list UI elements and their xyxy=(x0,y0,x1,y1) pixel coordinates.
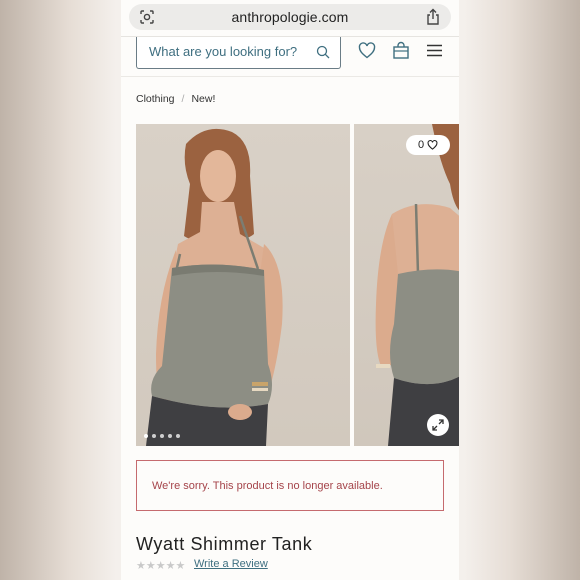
carousel-dot[interactable] xyxy=(152,434,156,438)
wishlist-heart-icon[interactable] xyxy=(358,42,376,59)
breadcrumb-clothing[interactable]: Clothing xyxy=(136,93,175,105)
carousel-dot[interactable] xyxy=(160,434,164,438)
expand-icon xyxy=(432,419,444,431)
product-image-front[interactable] xyxy=(136,124,350,446)
carousel-dots xyxy=(144,434,180,438)
heart-icon xyxy=(427,140,438,150)
carousel-dot[interactable] xyxy=(176,434,180,438)
rating-stars: ★★★★★ xyxy=(136,560,186,572)
unavailable-notice: We're sorry. This product is no longer a… xyxy=(136,460,444,511)
favorite-toggle[interactable]: 0 xyxy=(406,135,450,155)
phone-viewport: anthropologie.com What are you looking f… xyxy=(121,0,459,580)
hamburger-menu-icon[interactable] xyxy=(427,44,442,57)
search-icon[interactable] xyxy=(316,45,330,59)
product-title: Wyatt Shimmer Tank xyxy=(136,534,313,554)
browser-address-bar[interactable]: anthropologie.com xyxy=(129,4,451,30)
favorites-count: 0 xyxy=(417,139,425,151)
carousel-dot[interactable] xyxy=(168,434,172,438)
search-placeholder: What are you looking for? xyxy=(149,44,298,59)
carousel-dot[interactable] xyxy=(144,434,148,438)
unavailable-text: We're sorry. This product is no longer a… xyxy=(152,479,383,492)
model-front-photo xyxy=(146,128,283,446)
model-back-photo xyxy=(375,124,459,446)
share-icon[interactable] xyxy=(425,8,441,26)
expand-image-button[interactable] xyxy=(427,414,449,436)
divider xyxy=(121,76,459,77)
breadcrumb-new[interactable]: New! xyxy=(191,93,215,105)
product-image-back[interactable]: 0 xyxy=(354,124,459,446)
url-text[interactable]: anthropologie.com xyxy=(129,9,451,25)
shopping-bag-icon[interactable] xyxy=(392,41,410,59)
breadcrumb: Clothing / New! xyxy=(136,93,215,105)
write-review-link[interactable]: Write a Review xyxy=(194,558,268,570)
search-input[interactable]: What are you looking for? xyxy=(136,37,341,69)
breadcrumb-separator: / xyxy=(181,93,185,105)
